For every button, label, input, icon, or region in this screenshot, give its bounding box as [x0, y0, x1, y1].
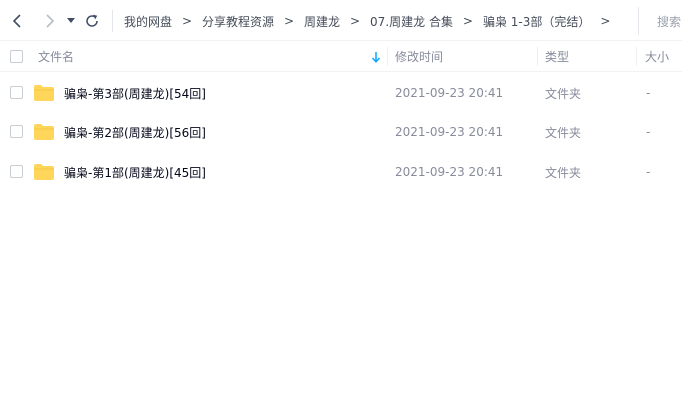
column-header-size[interactable]: 大小: [645, 41, 669, 72]
select-all-checkbox[interactable]: [10, 50, 23, 63]
breadcrumb-item-share[interactable]: 分享教程资源: [202, 13, 274, 30]
file-size: -: [646, 125, 651, 139]
folder-icon: [34, 85, 54, 101]
breadcrumb-separator: >: [600, 14, 611, 28]
breadcrumb-separator: >: [284, 14, 295, 28]
file-row[interactable]: 骗枭-第1部(周建龙)[45回] 2021-09-23 20:41 文件夹 -: [0, 152, 682, 192]
refresh-icon: [86, 14, 98, 27]
row-checkbox[interactable]: [10, 165, 23, 178]
search-input[interactable]: 搜索: [638, 7, 682, 35]
folder-icon: [34, 124, 54, 140]
file-modified-time: 2021-09-23 20:41: [395, 86, 504, 100]
column-divider: [387, 47, 388, 66]
row-checkbox[interactable]: [10, 125, 23, 138]
file-modified-time: 2021-09-23 20:41: [395, 125, 504, 139]
chevron-right-icon: [46, 14, 55, 28]
breadcrumb-item-collection[interactable]: 07.周建龙 合集: [370, 13, 453, 30]
column-header-type[interactable]: 类型: [545, 41, 569, 72]
breadcrumb-separator: >: [350, 14, 361, 28]
column-divider: [636, 47, 637, 66]
file-type: 文件夹: [545, 125, 582, 140]
refresh-button[interactable]: [82, 10, 102, 32]
file-row[interactable]: 骗枭-第2部(周建龙)[56回] 2021-09-23 20:41 文件夹 -: [0, 112, 682, 152]
breadcrumb: 我的网盘 > 分享教程资源 > 周建龙 > 07.周建龙 合集 > 骗枭 1-3…: [124, 12, 620, 30]
file-type: 文件夹: [545, 86, 582, 101]
folder-icon: [34, 164, 54, 180]
column-divider: [537, 47, 538, 66]
forward-button[interactable]: [38, 10, 60, 32]
toolbar: 我的网盘 > 分享教程资源 > 周建龙 > 07.周建龙 合集 > 骗枭 1-3…: [0, 0, 682, 41]
chevron-left-icon: [12, 14, 21, 28]
caret-down-icon: [67, 18, 75, 23]
toolbar-divider: [112, 10, 113, 32]
column-header-modified[interactable]: 修改时间: [395, 41, 443, 72]
sort-arrow-down-icon[interactable]: [371, 51, 381, 63]
row-checkbox[interactable]: [10, 86, 23, 99]
file-name[interactable]: 骗枭-第3部(周建龙)[54回]: [64, 73, 206, 113]
file-modified-time: 2021-09-23 20:41: [395, 165, 504, 179]
back-button[interactable]: [7, 10, 29, 32]
file-list-header: 文件名 修改时间 类型 大小: [0, 41, 682, 72]
file-name[interactable]: 骗枭-第1部(周建龙)[45回]: [64, 152, 206, 192]
breadcrumb-item-author[interactable]: 周建龙: [304, 13, 340, 30]
file-type: 文件夹: [545, 165, 582, 180]
breadcrumb-item-root[interactable]: 我的网盘: [124, 13, 172, 30]
column-header-name[interactable]: 文件名: [38, 41, 74, 72]
file-row[interactable]: 骗枭-第3部(周建龙)[54回] 2021-09-23 20:41 文件夹 -: [0, 73, 682, 113]
breadcrumb-item-current[interactable]: 骗枭 1-3部（完结）: [483, 13, 590, 30]
search-placeholder: 搜索: [657, 14, 682, 29]
file-name[interactable]: 骗枭-第2部(周建龙)[56回]: [64, 112, 206, 152]
file-size: -: [646, 86, 651, 100]
file-size: -: [646, 165, 651, 179]
breadcrumb-separator: >: [181, 14, 193, 28]
breadcrumb-separator: >: [462, 14, 473, 28]
history-dropdown-button[interactable]: [64, 10, 78, 32]
